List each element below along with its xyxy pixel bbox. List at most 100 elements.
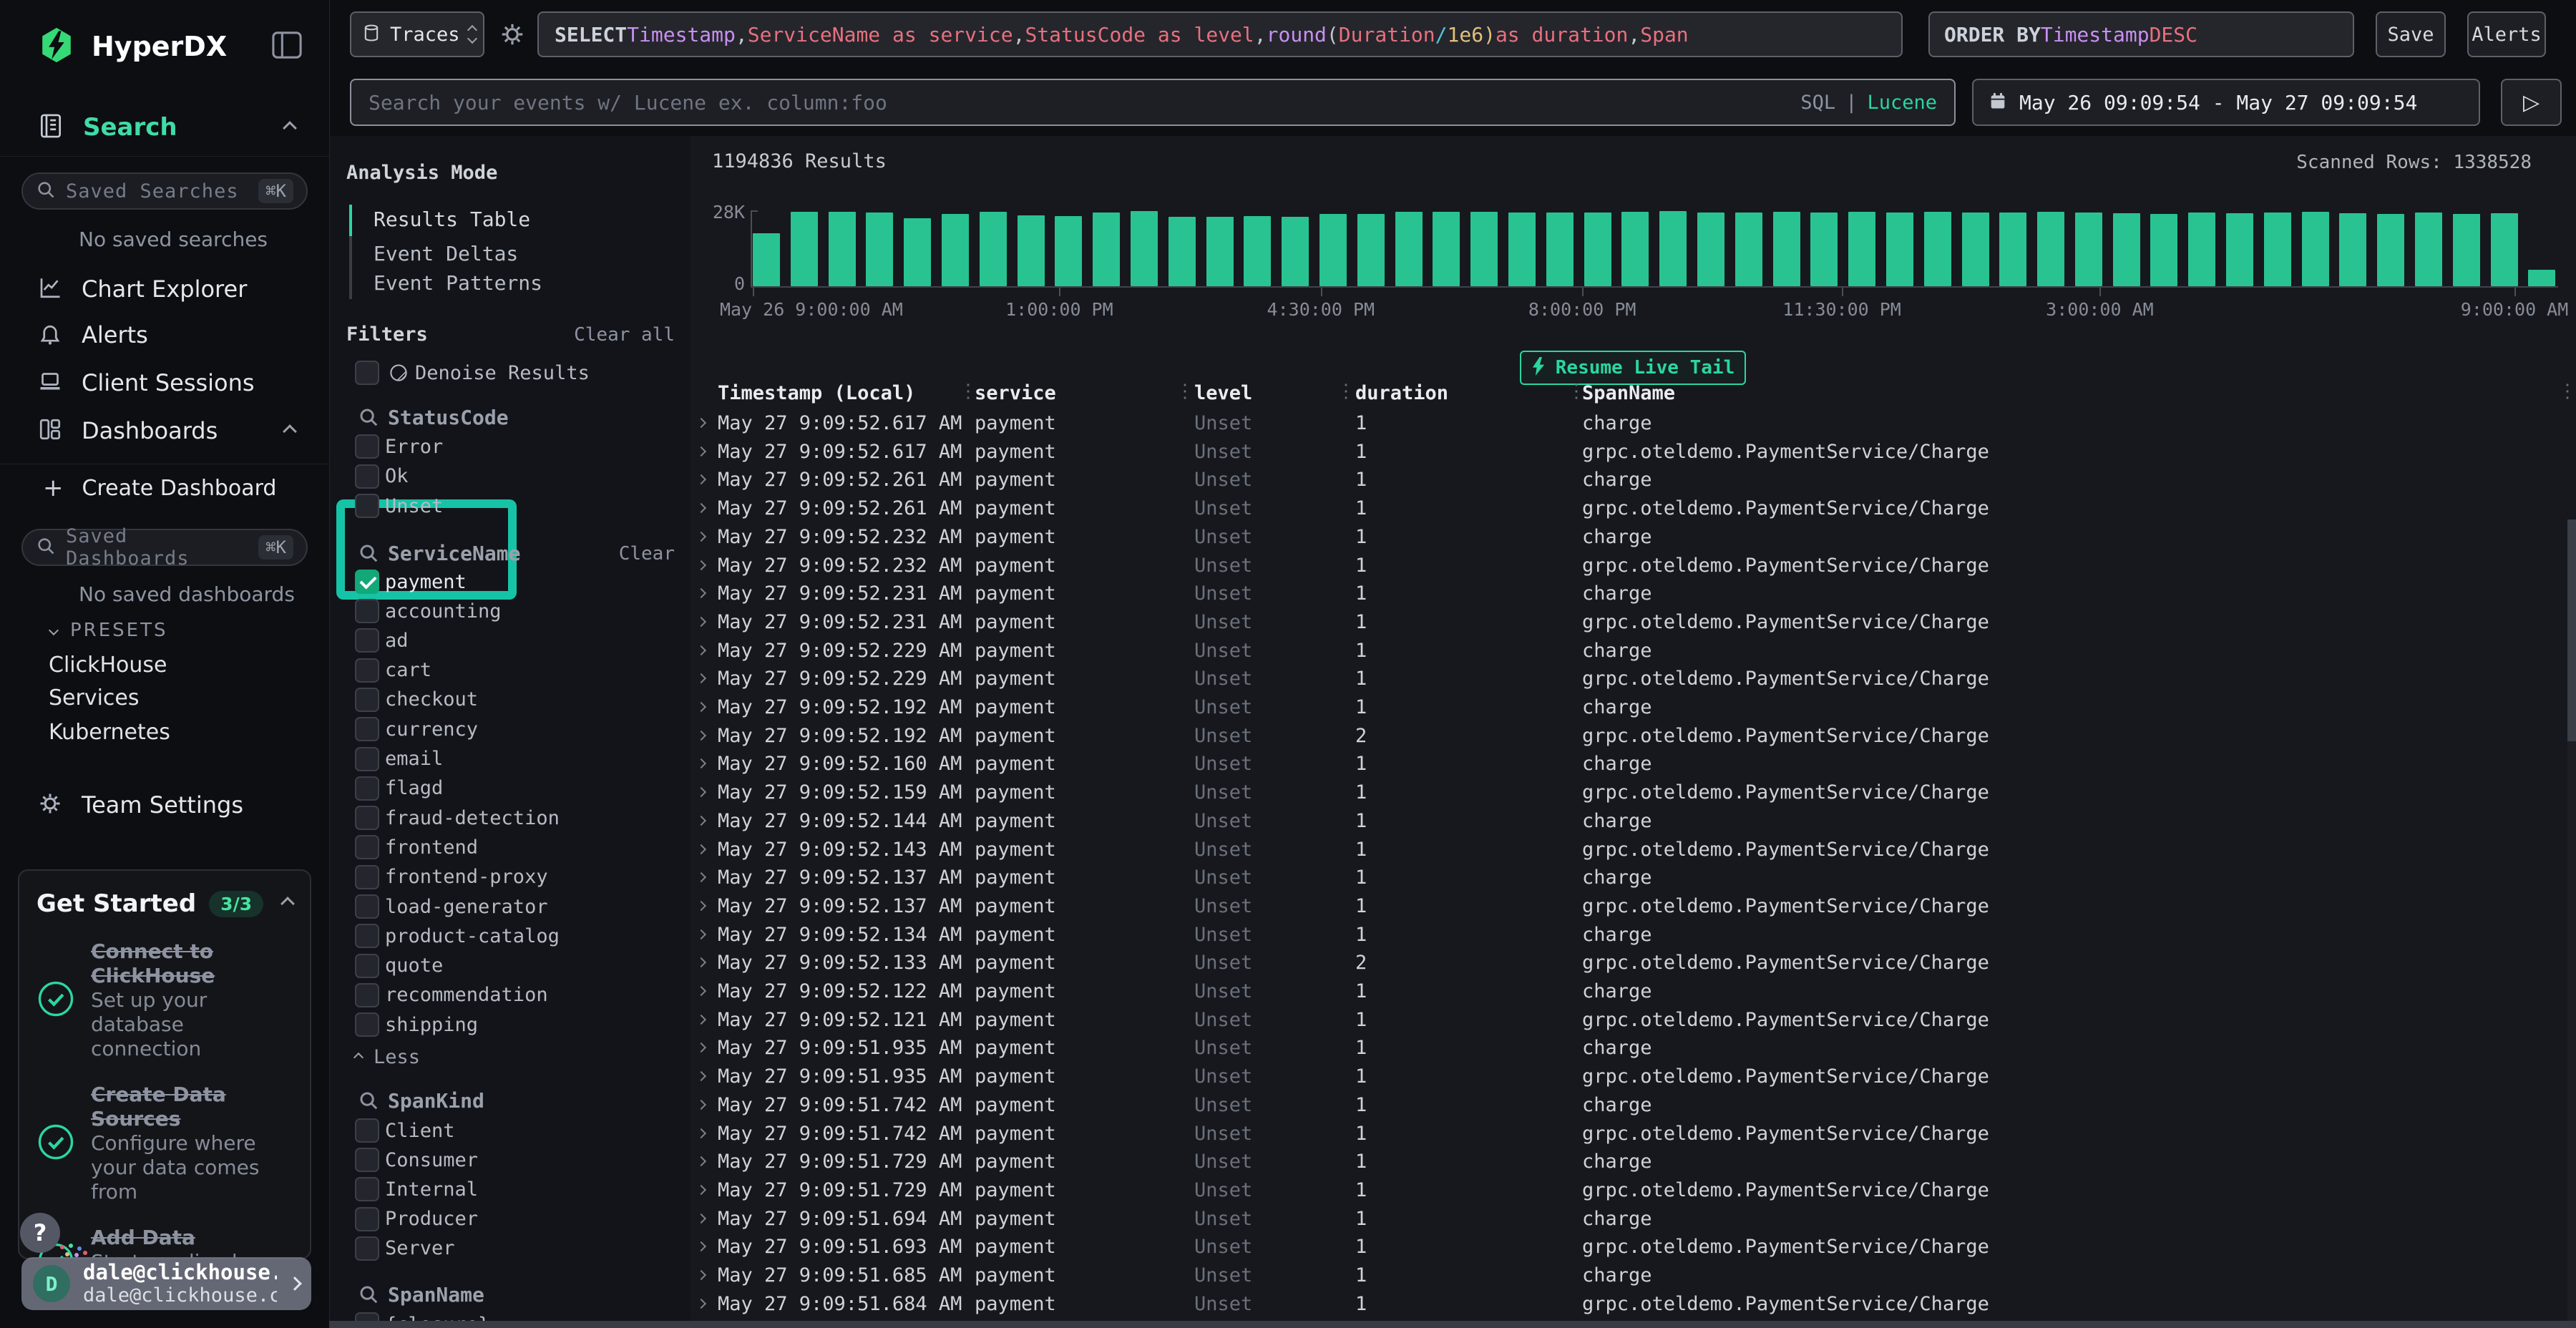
histogram-bar[interactable] (2150, 214, 2177, 286)
preset-services[interactable]: Services (49, 685, 140, 711)
sidebar-item-client-sessions[interactable]: Client Sessions (37, 367, 255, 399)
row-expand-icon[interactable] (696, 1043, 706, 1053)
histogram-bar[interactable] (2075, 213, 2102, 286)
row-expand-icon[interactable] (696, 1185, 706, 1195)
histogram-bar[interactable] (2188, 213, 2215, 286)
filter-checkbox[interactable] (355, 954, 379, 978)
table-row[interactable]: May 27 9:09:52.617 AMpaymentUnset1charge (691, 409, 2576, 438)
filter-option-row[interactable]: shipping (329, 1010, 691, 1039)
table-row[interactable]: May 27 9:09:52.232 AMpaymentUnset1charge (691, 523, 2576, 552)
filter-option-row[interactable]: Ok (329, 462, 691, 491)
filter-option-row[interactable]: fraud-detection (329, 804, 691, 832)
row-expand-icon[interactable] (696, 474, 706, 484)
row-expand-icon[interactable] (696, 645, 706, 655)
table-row[interactable]: May 27 9:09:52.192 AMpaymentUnset1charge (691, 693, 2576, 722)
row-expand-icon[interactable] (696, 1299, 706, 1309)
filter-option-row[interactable]: cart (329, 656, 691, 685)
filter-option-row[interactable]: recommendation (329, 981, 691, 1010)
histogram-bar[interactable] (1924, 212, 1951, 286)
filter-option-row[interactable]: accounting (329, 597, 691, 625)
denoise-checkbox[interactable] (355, 361, 379, 385)
table-row[interactable]: May 27 9:09:51.742 AMpaymentUnset1charge (691, 1091, 2576, 1120)
table-row[interactable]: May 27 9:09:52.134 AMpaymentUnset1charge (691, 921, 2576, 949)
filter-checkbox[interactable] (355, 747, 379, 771)
histogram-bar[interactable] (1018, 215, 1045, 286)
filter-option-row[interactable]: quote (329, 952, 691, 980)
row-expand-icon[interactable] (696, 986, 706, 996)
filter-option-row[interactable]: Consumer (329, 1146, 691, 1174)
panel-toggle-icon[interactable] (270, 30, 303, 63)
table-row[interactable]: May 27 9:09:52.133 AMpaymentUnset2grpc.o… (691, 949, 2576, 977)
row-expand-icon[interactable] (696, 673, 706, 683)
histogram-bar[interactable] (2528, 270, 2555, 286)
sidebar-item-chart-explorer[interactable]: Chart Explorer (37, 273, 247, 305)
search-icon[interactable] (358, 1284, 379, 1305)
filter-checkbox[interactable] (355, 776, 379, 801)
query-settings-gear-icon[interactable] (495, 17, 530, 52)
filter-option-row[interactable]: flagd (329, 774, 691, 803)
search-icon[interactable] (358, 406, 379, 428)
histogram-bar[interactable] (1697, 213, 1724, 286)
histogram-bar[interactable] (1546, 213, 1574, 286)
help-button[interactable]: ? (20, 1213, 60, 1253)
table-row[interactable]: May 27 9:09:52.192 AMpaymentUnset2grpc.o… (691, 722, 2576, 751)
column-resize-handle[interactable]: ⋮ (1176, 381, 1194, 402)
histogram-bar[interactable] (1433, 212, 1460, 286)
table-row[interactable]: May 27 9:09:52.261 AMpaymentUnset1grpc.o… (691, 494, 2576, 523)
search-icon[interactable] (358, 542, 379, 564)
presets-section-toggle[interactable]: PRESETS (50, 620, 168, 641)
histogram-bar[interactable] (2377, 214, 2404, 286)
filter-checkbox[interactable] (355, 1148, 379, 1172)
table-row[interactable]: May 27 9:09:51.694 AMpaymentUnset1charge (691, 1205, 2576, 1234)
filter-checkbox[interactable] (355, 434, 379, 459)
row-expand-icon[interactable] (696, 1270, 706, 1280)
row-expand-icon[interactable] (696, 844, 706, 854)
filter-checkbox[interactable] (355, 983, 379, 1007)
histogram-bar[interactable] (904, 218, 931, 286)
filter-checkbox[interactable] (355, 688, 379, 712)
row-expand-icon[interactable] (696, 872, 706, 882)
table-row[interactable]: May 27 9:09:52.137 AMpaymentUnset1grpc.o… (691, 892, 2576, 921)
source-select[interactable]: Traces (350, 11, 484, 57)
clear-all-link[interactable]: Clear all (574, 324, 675, 346)
row-expand-icon[interactable] (696, 787, 706, 797)
table-row[interactable]: May 27 9:09:51.685 AMpaymentUnset1charge (691, 1261, 2576, 1290)
row-expand-icon[interactable] (696, 617, 706, 627)
histogram-bar[interactable] (1169, 217, 1196, 286)
filter-checkbox[interactable] (355, 865, 379, 889)
column-resize-handle[interactable]: ⋮ (959, 381, 977, 402)
histogram-bar[interactable] (1735, 213, 1762, 286)
row-expand-icon[interactable] (696, 503, 706, 513)
saved-dashboards-input[interactable]: Saved Dashboards ⌘K (21, 529, 308, 566)
table-row[interactable]: May 27 9:09:52.143 AMpaymentUnset1grpc.o… (691, 836, 2576, 864)
mode-sql[interactable]: SQL (1800, 92, 1835, 114)
row-expand-icon[interactable] (696, 1100, 706, 1110)
filter-checkbox[interactable] (355, 894, 379, 919)
histogram-bar[interactable] (866, 213, 893, 286)
analysis-mode-event-deltas[interactable]: Event Deltas (374, 242, 518, 265)
filter-option-row[interactable]: product-catalog (329, 922, 691, 950)
table-row[interactable]: May 27 9:09:52.137 AMpaymentUnset1charge (691, 864, 2576, 892)
column-menu-icon[interactable]: ⋮ (2558, 381, 2576, 402)
table-row[interactable]: May 27 9:09:52.121 AMpaymentUnset1grpc.o… (691, 1006, 2576, 1035)
filter-checkbox[interactable] (355, 835, 379, 859)
filter-checkbox[interactable] (355, 1177, 379, 1201)
row-expand-icon[interactable] (696, 532, 706, 542)
column-header-timestamp-local-[interactable]: Timestamp (Local) (718, 382, 915, 404)
chevron-up-icon[interactable] (283, 121, 297, 135)
histogram-bar[interactable] (2339, 213, 2366, 286)
filter-checkbox[interactable] (355, 806, 379, 830)
alerts-button[interactable]: Alerts (2467, 11, 2546, 57)
lucene-search-input[interactable]: Search your events w/ Lucene ex. column:… (350, 79, 1956, 126)
analysis-mode-results-table[interactable]: Results Table (374, 208, 530, 231)
histogram-bar[interactable] (1584, 213, 1611, 286)
filter-option-row[interactable]: ad (329, 626, 691, 655)
histogram-bar[interactable] (1659, 211, 1687, 286)
row-expand-icon[interactable] (696, 446, 706, 456)
resume-live-tail-button[interactable]: Resume Live Tail (1520, 351, 1746, 385)
sidebar-item-search[interactable]: Search (37, 112, 177, 143)
sidebar-item-team-settings[interactable]: Team Settings (37, 789, 243, 821)
filter-option-row[interactable]: payment (329, 567, 691, 596)
histogram-bar[interactable] (2037, 212, 2064, 286)
row-expand-icon[interactable] (696, 1214, 706, 1224)
